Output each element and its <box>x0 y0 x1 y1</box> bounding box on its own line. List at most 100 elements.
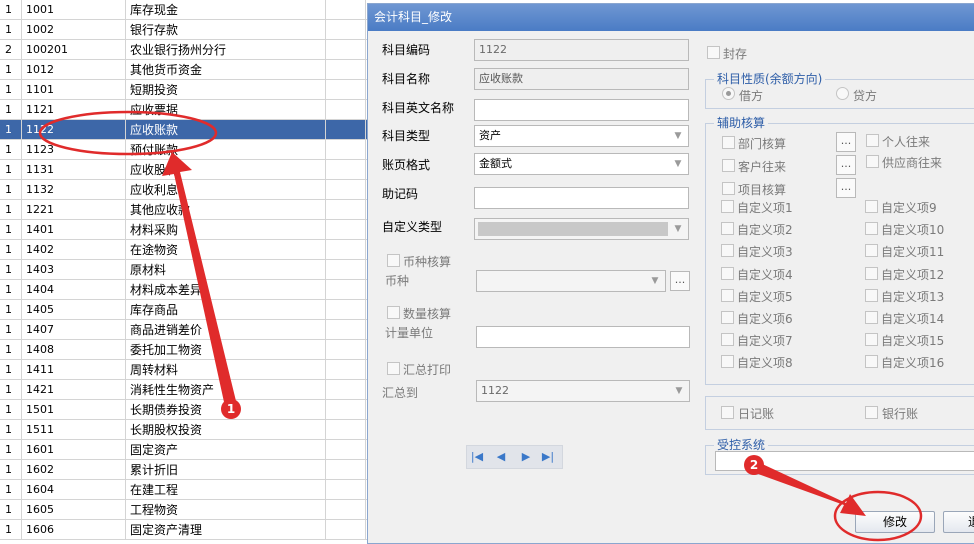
name-input[interactable]: 应收账款 <box>474 68 689 90</box>
empty-cell <box>326 80 366 100</box>
custom-item-11-checkbox[interactable] <box>865 244 878 258</box>
custom-item-13-label: 自定义项13 <box>881 289 945 304</box>
empty-cell <box>326 460 366 480</box>
custom-item-7-checkbox[interactable] <box>721 333 734 347</box>
name-cell: 预付账款 <box>126 140 326 160</box>
aux-left-2-checkbox[interactable] <box>722 159 735 172</box>
code-cell: 1401 <box>22 220 126 240</box>
aux-title: 辅助核算 <box>714 114 769 131</box>
empty-cell <box>326 140 366 160</box>
empty-cell <box>326 400 366 420</box>
custom-item-9-label: 自定义项9 <box>881 201 937 215</box>
level-cell: 2 <box>0 40 22 60</box>
chevron-down-icon[interactable]: ▼ <box>670 128 686 144</box>
level-cell: 1 <box>0 220 22 240</box>
empty-cell <box>326 280 366 300</box>
chevron-down-icon[interactable]: ▼ <box>647 273 663 289</box>
type-select[interactable]: 资产 ▼ <box>474 125 689 147</box>
empty-cell <box>326 200 366 220</box>
code-cell: 1101 <box>22 80 126 100</box>
ledger-select[interactable]: 金额式 ▼ <box>474 153 689 175</box>
custom-item-8-checkbox[interactable] <box>721 355 734 369</box>
level-cell: 1 <box>0 460 22 480</box>
code-cell: 1221 <box>22 200 126 220</box>
code-cell: 1602 <box>22 460 126 480</box>
code-cell: 1408 <box>22 340 126 360</box>
level-cell: 1 <box>0 380 22 400</box>
unit-input[interactable] <box>476 326 690 348</box>
empty-cell <box>326 420 366 440</box>
unit-label: 计量单位 <box>385 326 434 340</box>
level-cell: 1 <box>0 180 22 200</box>
next-record-icon[interactable]: ▶ <box>519 450 533 464</box>
aux-left-3-label: 项目核算 <box>738 183 787 197</box>
exit-button[interactable]: 退 <box>943 511 974 533</box>
custom-item-16-checkbox[interactable] <box>865 355 878 369</box>
custom-item-6-checkbox[interactable] <box>721 311 734 324</box>
chevron-down-icon[interactable]: ▼ <box>670 156 686 172</box>
custom-item-13-checkbox[interactable] <box>865 288 878 302</box>
custom-item-4-checkbox[interactable] <box>721 266 734 280</box>
modify-button[interactable]: 修改 <box>855 511 935 533</box>
journal-checkbox[interactable] <box>721 406 734 419</box>
custom-item-12-checkbox[interactable] <box>865 266 878 280</box>
bank-checkbox[interactable] <box>865 406 878 419</box>
aux-left-3-browse-button[interactable]: ... <box>836 178 856 198</box>
code-input[interactable]: 1122 <box>474 39 689 61</box>
credit-radio[interactable] <box>836 87 849 100</box>
custom-item-2-label: 自定义项2 <box>737 223 793 238</box>
chevron-down-icon[interactable]: ▼ <box>670 221 686 237</box>
currency-select[interactable]: ▼ <box>476 270 666 292</box>
empty-cell <box>326 100 366 120</box>
aux-left-1-checkbox[interactable] <box>722 136 735 149</box>
debit-radio[interactable] <box>722 87 735 100</box>
custom-item-10-checkbox[interactable] <box>865 222 878 236</box>
custom-item-3-label: 自定义项3 <box>737 245 793 260</box>
custom-item-2-checkbox[interactable] <box>721 222 734 236</box>
aux-left-1-browse-button[interactable]: ... <box>836 132 856 152</box>
level-cell: 1 <box>0 280 22 300</box>
aux-right-2-checkbox[interactable] <box>866 155 879 168</box>
name-cell: 其他应收款 <box>126 200 326 220</box>
en-name-label: 科目英文名称 <box>382 101 455 115</box>
empty-cell <box>326 500 366 520</box>
custom-item-6-label: 自定义项6 <box>737 312 793 326</box>
en-name-input[interactable] <box>474 99 689 121</box>
custom-item-1-checkbox[interactable] <box>721 200 734 213</box>
mnemonic-input[interactable] <box>474 187 689 209</box>
level-cell: 1 <box>0 420 22 440</box>
bank-label: 银行账 <box>882 407 919 421</box>
aux-left-2-browse-button[interactable]: ... <box>836 155 856 175</box>
custom-item-9-checkbox[interactable] <box>865 200 878 213</box>
summary-print-checkbox[interactable] <box>387 362 400 375</box>
summary-print-label: 汇总打印 <box>403 363 452 377</box>
aux-right-2-label: 供应商往来 <box>882 156 943 170</box>
first-record-icon[interactable]: |◀ <box>470 450 484 464</box>
custom-item-5-checkbox[interactable] <box>721 288 734 302</box>
seal-checkbox[interactable] <box>707 46 720 59</box>
summary-to-select[interactable]: 1122 ▼ <box>476 380 690 402</box>
currency-browse-button[interactable]: ... <box>670 271 690 291</box>
custom-item-7-label: 自定义项7 <box>737 334 793 349</box>
custom-type-select[interactable]: ▼ <box>474 218 689 240</box>
screen: 1 1001 库存现金 1 1002 银行存款 2 100201 农业银行扬州分行 1 1012 其… <box>0 0 974 544</box>
name-cell: 应收利息 <box>126 180 326 200</box>
code-cell: 1604 <box>22 480 126 500</box>
last-record-icon[interactable]: ▶| <box>541 450 555 464</box>
custom-item-1-label: 自定义项1 <box>737 201 793 215</box>
chevron-down-icon[interactable]: ▼ <box>671 383 687 399</box>
name-cell: 固定资产清理 <box>126 520 326 540</box>
currency-checkbox[interactable] <box>387 254 400 267</box>
aux-right-1-checkbox[interactable] <box>866 134 879 147</box>
aux-left-3-checkbox[interactable] <box>722 182 735 195</box>
quantity-checkbox[interactable] <box>387 306 400 319</box>
custom-item-3-checkbox[interactable] <box>721 244 734 258</box>
code-cell: 1002 <box>22 20 126 40</box>
mnemonic-label: 助记码 <box>382 187 419 201</box>
custom-item-14-checkbox[interactable] <box>865 311 878 324</box>
custom-item-15-checkbox[interactable] <box>865 333 878 347</box>
prev-record-icon[interactable]: ◀ <box>494 450 508 464</box>
level-cell: 1 <box>0 60 22 80</box>
custom-item-14-label: 自定义项14 <box>881 312 945 326</box>
ledger-value: 金额式 <box>479 157 512 170</box>
